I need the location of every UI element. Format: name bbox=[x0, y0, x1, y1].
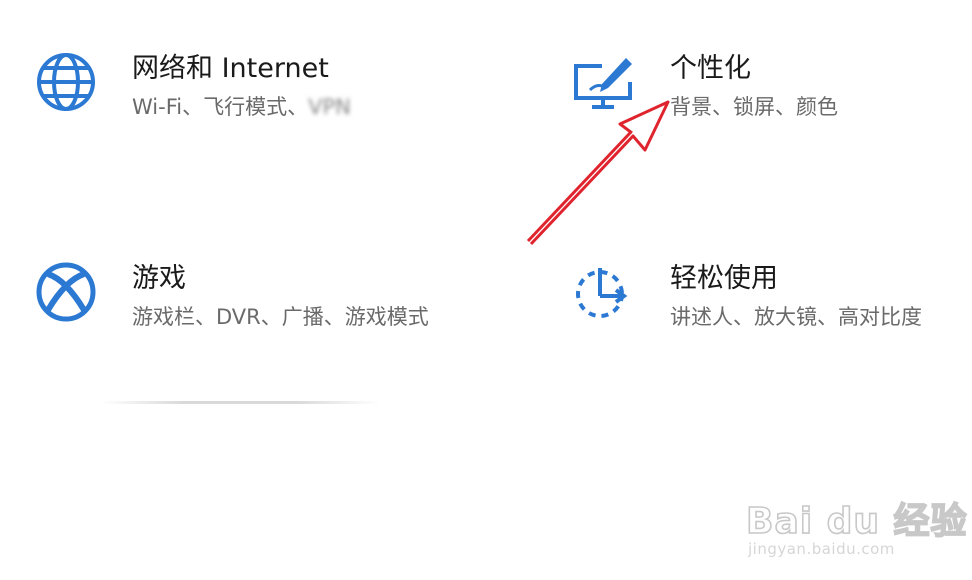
watermark-url: jingyan.baidu.com bbox=[748, 540, 895, 558]
baidu-watermark: Bai du 经验 jingyan.baidu.com bbox=[742, 478, 967, 568]
tile-description: 讲述人、放大镜、高对比度 bbox=[670, 305, 922, 329]
watermark-logo: Bai du 经验 bbox=[745, 500, 968, 543]
tile-title: 轻松使用 bbox=[670, 263, 778, 294]
divider bbox=[100, 401, 380, 404]
xbox-icon bbox=[34, 262, 98, 326]
tile-description: Wi-Fi、飞行模式、VPN bbox=[132, 92, 351, 122]
personalization-icon bbox=[572, 52, 636, 116]
tile-description: 游戏栏、DVR、广播、游戏模式 bbox=[132, 305, 429, 329]
tile-title: 个性化 bbox=[670, 53, 751, 84]
settings-tile-gaming[interactable]: 游戏 游戏栏、DVR、广播、游戏模式 bbox=[34, 262, 429, 332]
blurred-text: VPN bbox=[308, 95, 351, 119]
settings-tile-ease-of-access[interactable]: 轻松使用 讲述人、放大镜、高对比度 bbox=[572, 262, 922, 332]
tile-title: 游戏 bbox=[132, 263, 186, 294]
ease-of-access-icon bbox=[572, 262, 636, 326]
settings-tile-network[interactable]: 网络和 Internet Wi-Fi、飞行模式、VPN bbox=[34, 52, 351, 122]
tile-description: 背景、锁屏、颜色 bbox=[670, 95, 838, 119]
globe-icon bbox=[34, 52, 98, 116]
tile-title: 网络和 Internet bbox=[132, 53, 329, 84]
settings-tile-personalization[interactable]: 个性化 背景、锁屏、颜色 bbox=[572, 52, 838, 122]
